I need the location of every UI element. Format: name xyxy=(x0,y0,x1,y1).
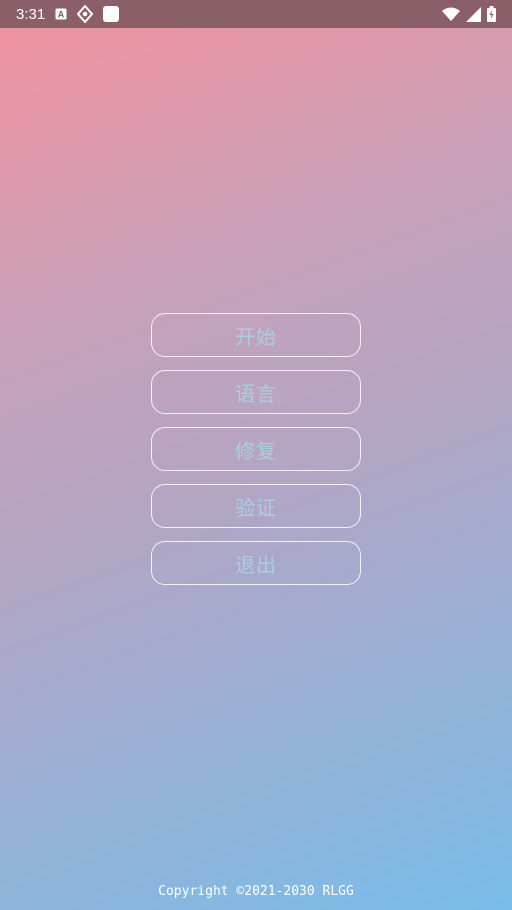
repair-button[interactable]: 修复 xyxy=(151,427,361,471)
cellular-signal-icon xyxy=(466,6,481,22)
start-button[interactable]: 开始 xyxy=(151,313,361,357)
status-time: 3:31 xyxy=(16,5,46,23)
battery-charging-icon xyxy=(487,6,496,22)
android-debug-icon xyxy=(77,5,94,23)
language-button[interactable]: 语言 xyxy=(151,370,361,414)
exit-button[interactable]: 退出 xyxy=(151,541,361,585)
status-bar: 3:31 A xyxy=(0,0,512,28)
svg-text:A: A xyxy=(58,10,65,20)
main-menu: 开始 语言 修复 验证 退出 xyxy=(151,313,361,585)
wifi-icon xyxy=(442,7,460,21)
verify-button[interactable]: 验证 xyxy=(151,484,361,528)
copyright-text: Copyright ©2021-2030 RLGG xyxy=(158,884,354,899)
text-a-icon: A xyxy=(55,8,67,20)
square-app-icon xyxy=(103,6,120,22)
